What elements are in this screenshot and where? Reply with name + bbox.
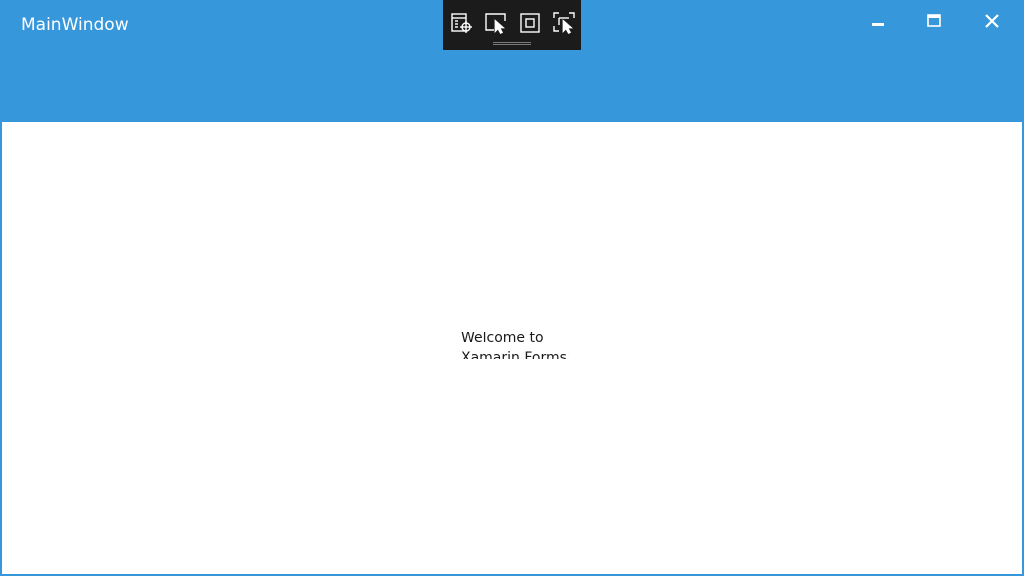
- track-focused-element-icon: [552, 11, 576, 35]
- select-element-icon: [484, 11, 508, 35]
- xaml-debug-toolbar: [443, 0, 581, 50]
- maximize-icon: [926, 13, 942, 33]
- live-visual-tree-button[interactable]: [449, 10, 475, 36]
- title-bar[interactable]: MainWindow: [0, 0, 1024, 122]
- close-button[interactable]: [977, 8, 1007, 38]
- maximize-button[interactable]: [919, 8, 949, 38]
- track-focused-element-button[interactable]: [551, 10, 577, 36]
- welcome-label-container: Welcome to Xamarin.Forms!: [459, 332, 569, 359]
- live-visual-tree-icon: [450, 11, 474, 35]
- window-title: MainWindow: [21, 15, 129, 35]
- minimize-icon: [870, 13, 886, 33]
- minimize-button[interactable]: [863, 8, 893, 38]
- main-window: MainWindow Welcome to Xamarin.Forms!: [0, 0, 1024, 576]
- toolbar-grip[interactable]: [493, 42, 531, 45]
- select-element-button[interactable]: [483, 10, 509, 36]
- welcome-label: Welcome to Xamarin.Forms!: [461, 332, 569, 359]
- display-layout-adorners-button[interactable]: [517, 10, 543, 36]
- display-layout-adorners-icon: [518, 11, 542, 35]
- close-icon: [984, 13, 1000, 33]
- content-page: Welcome to Xamarin.Forms!: [2, 122, 1022, 574]
